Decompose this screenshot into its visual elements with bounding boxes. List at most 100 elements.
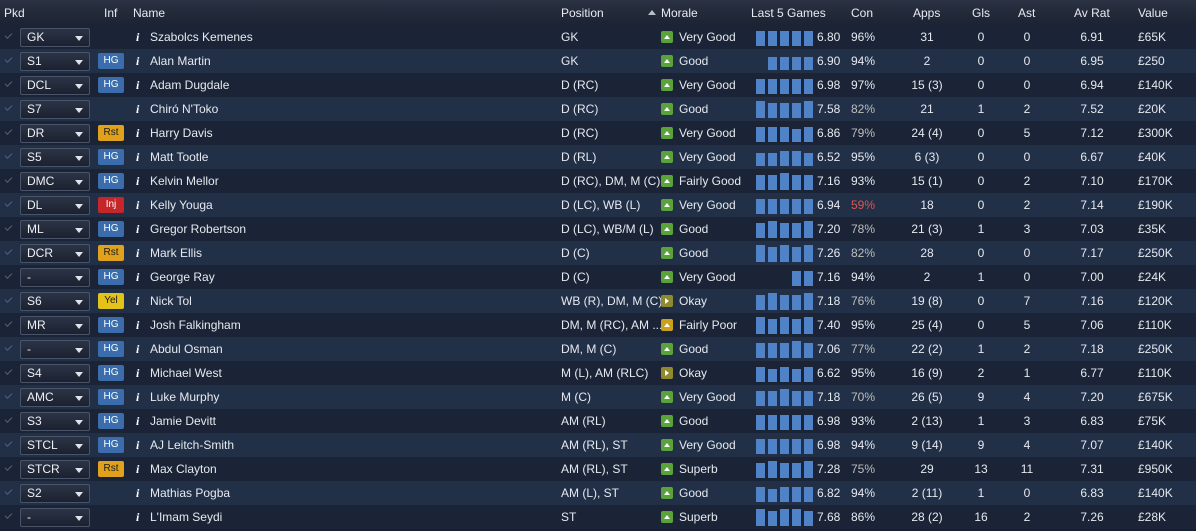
table-row[interactable]: - i L'Imam Seydi ST Superb 7.68 86% 28 (2) 16 2 7.… (0, 505, 1196, 529)
role-select[interactable]: STCR (20, 460, 90, 479)
player-name[interactable]: Nick Tol (150, 289, 192, 313)
role-select[interactable]: - (20, 268, 90, 287)
role-select[interactable]: S2 (20, 484, 90, 503)
table-row[interactable]: S5 HG i Matt Tootle D (RL) Very Good 6.52 95% 6 … (0, 145, 1196, 169)
player-name[interactable]: Abdul Osman (150, 337, 223, 361)
checkmark-icon[interactable] (4, 103, 13, 111)
col-header-position[interactable]: Position (561, 6, 604, 20)
table-row[interactable]: S7 i Chiró N'Toko D (RC) Good 7.58 82% 21 1 2 7.52… (0, 97, 1196, 121)
player-name[interactable]: George Ray (150, 265, 215, 289)
col-header-ast[interactable]: Ast (1018, 6, 1035, 20)
info-icon[interactable]: i (136, 265, 139, 289)
checkmark-icon[interactable] (4, 343, 13, 351)
player-name[interactable]: Josh Falkingham (150, 313, 241, 337)
table-row[interactable]: STCR Rst i Max Clayton AM (RL), ST Superb 7.28… (0, 457, 1196, 481)
col-header-con[interactable]: Con (851, 6, 873, 20)
player-name[interactable]: L'Imam Seydi (150, 505, 222, 529)
info-icon[interactable]: i (136, 121, 139, 145)
player-name[interactable]: AJ Leitch-Smith (150, 433, 234, 457)
info-icon[interactable]: i (136, 361, 139, 385)
checkmark-icon[interactable] (4, 31, 13, 39)
checkmark-icon[interactable] (4, 319, 13, 327)
checkmark-icon[interactable] (4, 415, 13, 423)
info-icon[interactable]: i (136, 145, 139, 169)
player-name[interactable]: Kelvin Mellor (150, 169, 219, 193)
checkmark-icon[interactable] (4, 295, 13, 303)
checkmark-icon[interactable] (4, 151, 13, 159)
info-icon[interactable]: i (136, 289, 139, 313)
info-icon[interactable]: i (136, 481, 139, 505)
role-select[interactable]: - (20, 340, 90, 359)
role-select[interactable]: DR (20, 124, 90, 143)
player-name[interactable]: Mark Ellis (150, 241, 202, 265)
col-header-value[interactable]: Value (1138, 6, 1168, 20)
checkmark-icon[interactable] (4, 511, 13, 519)
player-name[interactable]: Adam Dugdale (150, 73, 229, 97)
role-select[interactable]: GK (20, 28, 90, 47)
checkmark-icon[interactable] (4, 247, 13, 255)
info-icon[interactable]: i (136, 73, 139, 97)
table-row[interactable]: MR HG i Josh Falkingham DM, M (RC), AM ... Fa… (0, 313, 1196, 337)
info-icon[interactable]: i (136, 505, 139, 529)
col-header-inf[interactable]: Inf (104, 6, 117, 20)
col-header-name[interactable]: Name (133, 6, 165, 20)
col-header-apps[interactable]: Apps (913, 6, 940, 20)
player-name[interactable]: Kelly Youga (150, 193, 213, 217)
table-row[interactable]: GK i Szabolcs Kemenes GK Very Good 6.80 96% 31 0… (0, 25, 1196, 49)
checkmark-icon[interactable] (4, 223, 13, 231)
table-row[interactable]: DR Rst i Harry Davis D (RC) Very Good 6.86 79% 2… (0, 121, 1196, 145)
checkmark-icon[interactable] (4, 127, 13, 135)
role-select[interactable]: AMC (20, 388, 90, 407)
table-row[interactable]: - HG i Abdul Osman DM, M (C) Good 7.06 77% 22 (2… (0, 337, 1196, 361)
col-header-morale[interactable]: Morale (661, 6, 698, 20)
col-header-last-5-games[interactable]: Last 5 Games (751, 6, 826, 20)
col-header-pkd[interactable]: Pkd (4, 6, 25, 20)
checkmark-icon[interactable] (4, 199, 13, 207)
info-icon[interactable]: i (136, 385, 139, 409)
player-name[interactable]: Szabolcs Kemenes (150, 25, 253, 49)
player-name[interactable]: Alan Martin (150, 49, 211, 73)
table-row[interactable]: S1 HG i Alan Martin GK Good 6.90 94% 2 0 0 6.95 £250 (0, 49, 1196, 73)
role-select[interactable]: DL (20, 196, 90, 215)
table-row[interactable]: S4 HG i Michael West M (L), AM (RLC) Okay 6.62… (0, 361, 1196, 385)
checkmark-icon[interactable] (4, 463, 13, 471)
role-select[interactable]: S4 (20, 364, 90, 383)
checkmark-icon[interactable] (4, 175, 13, 183)
table-row[interactable]: DCR Rst i Mark Ellis D (C) Good 7.26 82% 28 0 0 7.1… (0, 241, 1196, 265)
table-row[interactable]: DL Inj i Kelly Youga D (LC), WB (L) Very Good… (0, 193, 1196, 217)
role-select[interactable]: DMC (20, 172, 90, 191)
table-row[interactable]: ML HG i Gregor Robertson D (LC), WB/M (L) Goo… (0, 217, 1196, 241)
info-icon[interactable]: i (136, 193, 139, 217)
role-select[interactable]: S5 (20, 148, 90, 167)
table-row[interactable]: DCL HG i Adam Dugdale D (RC) Very Good 6.98 97%… (0, 73, 1196, 97)
info-icon[interactable]: i (136, 409, 139, 433)
role-select[interactable]: S1 (20, 52, 90, 71)
checkmark-icon[interactable] (4, 271, 13, 279)
info-icon[interactable]: i (136, 241, 139, 265)
role-select[interactable]: S3 (20, 412, 90, 431)
table-row[interactable]: - HG i George Ray D (C) Very Good 7.16 94% 2 1 0 7.… (0, 265, 1196, 289)
role-select[interactable]: DCL (20, 76, 90, 95)
player-name[interactable]: Mathias Pogba (150, 481, 230, 505)
table-row[interactable]: STCL HG i AJ Leitch-Smith AM (RL), ST Very Go… (0, 433, 1196, 457)
role-select[interactable]: MR (20, 316, 90, 335)
table-row[interactable]: AMC HG i Luke Murphy M (C) Very Good 7.18 70% 26… (0, 385, 1196, 409)
info-icon[interactable]: i (136, 313, 139, 337)
info-icon[interactable]: i (136, 337, 139, 361)
info-icon[interactable]: i (136, 433, 139, 457)
checkmark-icon[interactable] (4, 391, 13, 399)
player-name[interactable]: Jamie Devitt (150, 409, 216, 433)
role-select[interactable]: S7 (20, 100, 90, 119)
col-header-gls[interactable]: Gls (972, 6, 990, 20)
info-icon[interactable]: i (136, 25, 139, 49)
table-row[interactable]: DMC HG i Kelvin Mellor D (RC), DM, M (C) Fair… (0, 169, 1196, 193)
player-name[interactable]: Harry Davis (150, 121, 213, 145)
role-select[interactable]: ML (20, 220, 90, 239)
info-icon[interactable]: i (136, 169, 139, 193)
col-header-av-rat[interactable]: Av Rat (1074, 6, 1110, 20)
table-row[interactable]: S6 Yel i Nick Tol WB (R), DM, M (C) Okay 7.18 7… (0, 289, 1196, 313)
table-row[interactable]: S2 i Mathias Pogba AM (L), ST Good 6.82 94% 2 (… (0, 481, 1196, 505)
info-icon[interactable]: i (136, 457, 139, 481)
info-icon[interactable]: i (136, 217, 139, 241)
player-name[interactable]: Luke Murphy (150, 385, 219, 409)
